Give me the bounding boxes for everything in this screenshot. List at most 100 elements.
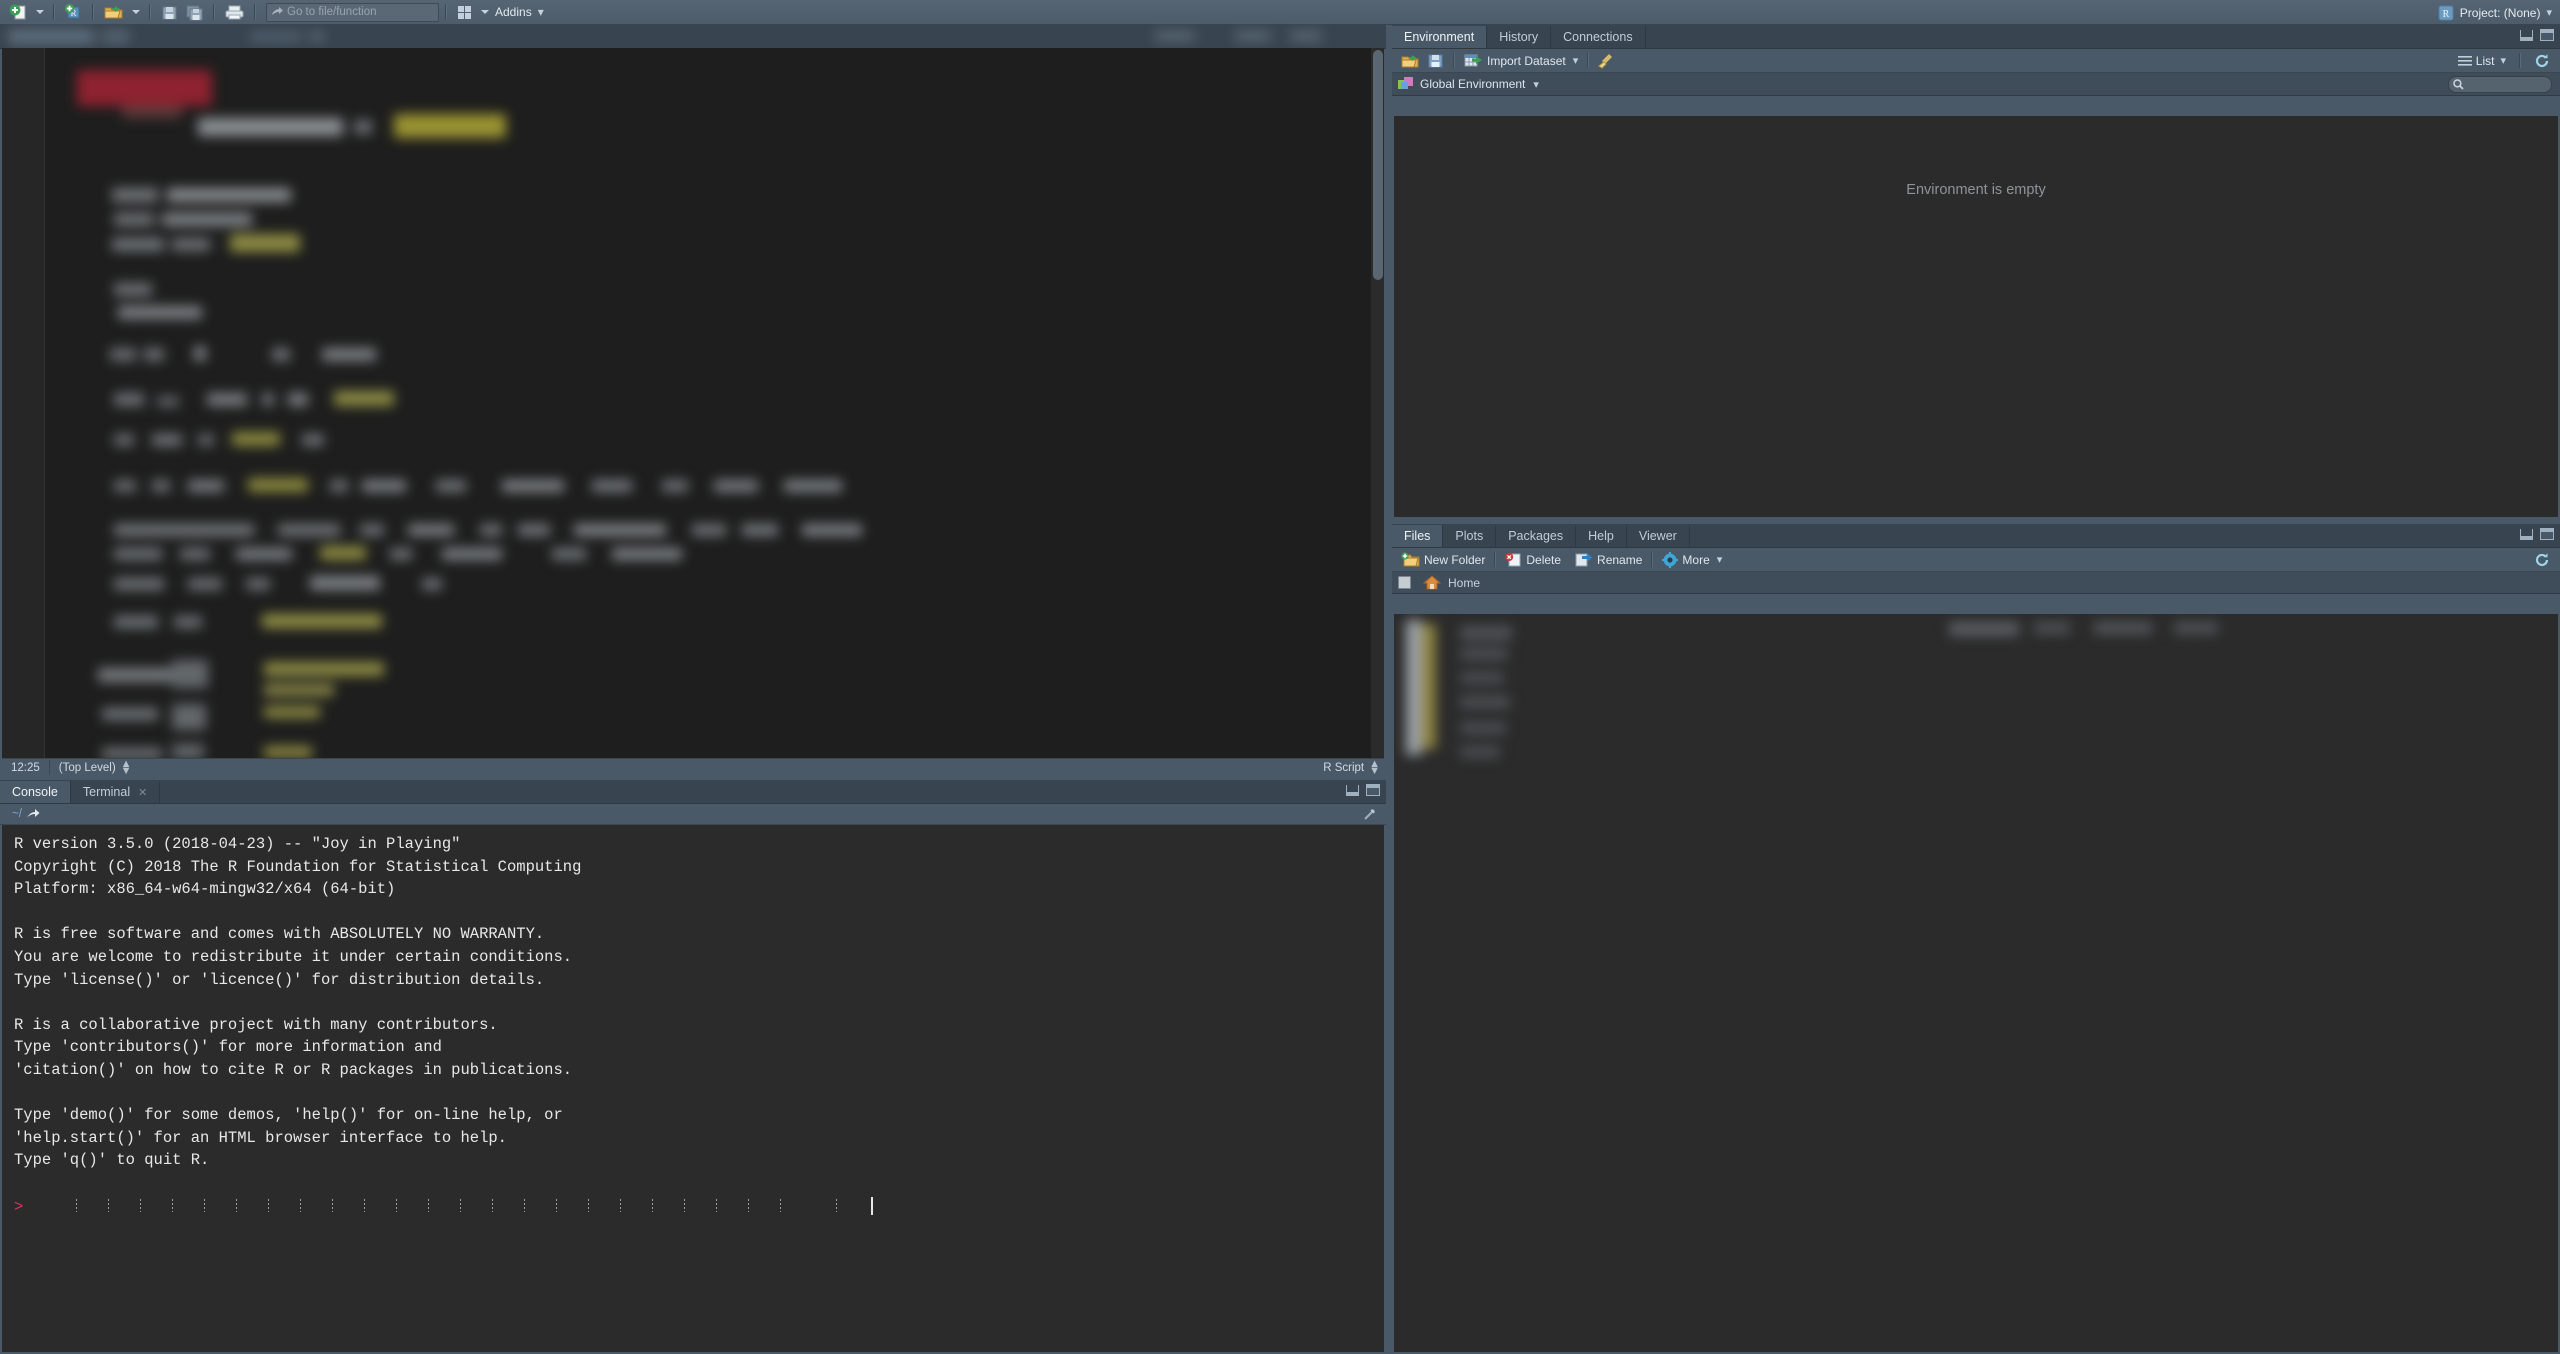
source-statusbar: 12:25 (Top Level) ▲ ▼ R Script ▲ ▼ bbox=[2, 758, 1384, 776]
files-window-controls bbox=[2520, 528, 2554, 540]
toolbar-separator-4 bbox=[213, 4, 215, 20]
global-toolbar: R Go to file/function Addins ▾ R Project… bbox=[0, 0, 2560, 25]
open-file-button[interactable] bbox=[100, 2, 127, 23]
console-line: R is a collaborative project with many c… bbox=[14, 1015, 498, 1034]
maximize-button[interactable] bbox=[1366, 784, 1380, 796]
goto-file-function-input[interactable]: Go to file/function bbox=[266, 2, 439, 22]
tab-packages[interactable]: Packages bbox=[1496, 525, 1577, 547]
tab-viewer[interactable]: Viewer bbox=[1627, 525, 1690, 547]
toolbar-separator-5 bbox=[254, 4, 256, 20]
files-toolbar-separator-1 bbox=[1494, 552, 1497, 567]
console-line: 'citation()' on how to cite R or R packa… bbox=[14, 1060, 573, 1079]
file-type-label: R Script bbox=[1323, 761, 1365, 774]
save-workspace-icon bbox=[1428, 54, 1443, 67]
tab-terminal[interactable]: Terminal ✕ bbox=[71, 781, 161, 803]
working-directory-label: ~/ bbox=[12, 808, 22, 820]
maximize-button[interactable] bbox=[2540, 528, 2554, 540]
source-scope-selector[interactable]: (Top Level) ▲ ▼ bbox=[50, 758, 141, 776]
environment-window-controls bbox=[2520, 29, 2554, 41]
files-listing[interactable] bbox=[1394, 614, 2558, 1352]
tab-console[interactable]: Console bbox=[0, 781, 71, 803]
project-selector[interactable]: R Project: (None) ▾ bbox=[2438, 0, 2552, 25]
tab-files[interactable]: Files bbox=[1392, 525, 1444, 547]
tab-connections[interactable]: Connections bbox=[1551, 26, 1646, 48]
environment-toolbar-right: List ▾ bbox=[2454, 51, 2554, 70]
tab-files-label: Files bbox=[1404, 529, 1431, 543]
tab-help[interactable]: Help bbox=[1576, 525, 1627, 547]
chevron-down-icon[interactable]: ▾ bbox=[2500, 54, 2506, 67]
environment-toolbar: Import Dataset ▾ List ▾ bbox=[1392, 49, 2560, 73]
refresh-environment-button[interactable] bbox=[2530, 51, 2554, 70]
source-scrollbar[interactable] bbox=[1371, 48, 1384, 759]
load-workspace-button[interactable] bbox=[1397, 51, 1423, 70]
files-toolbar: New Folder Delete Rename More ▾ bbox=[1392, 548, 2560, 572]
broom-clear-icon bbox=[1598, 53, 1613, 69]
print-button[interactable] bbox=[221, 2, 248, 23]
file-type-selector[interactable]: R Script ▲ ▼ bbox=[1323, 758, 1380, 776]
workspace-panes-button[interactable] bbox=[453, 2, 476, 23]
project-menu-caret[interactable]: ▾ bbox=[2546, 6, 2552, 19]
chevron-down-icon[interactable]: ▾ bbox=[1717, 553, 1723, 566]
environment-toolbar-separator-3 bbox=[2519, 53, 2521, 68]
files-tabbar: Files Plots Packages Help Viewer bbox=[1392, 524, 2560, 548]
maximize-button[interactable] bbox=[2540, 29, 2554, 41]
environment-scope-bar: Global Environment ▾ bbox=[1392, 73, 2560, 96]
save-all-button[interactable] bbox=[182, 2, 207, 23]
environment-search-input[interactable] bbox=[2448, 75, 2552, 93]
gear-icon bbox=[1662, 551, 1679, 568]
chevron-down-icon[interactable]: ▾ bbox=[1573, 54, 1579, 67]
addins-label[interactable]: Addins bbox=[495, 5, 532, 19]
console-prompt-row[interactable]: > bbox=[14, 1195, 1384, 1218]
source-scope-label: (Top Level) bbox=[58, 761, 116, 774]
files-path-label[interactable]: Home bbox=[1448, 576, 1480, 590]
toolbar-separator-2 bbox=[92, 4, 94, 20]
open-file-menu-caret[interactable] bbox=[132, 10, 140, 14]
minimize-button[interactable] bbox=[1346, 784, 1359, 796]
toolbar-separator-3 bbox=[149, 4, 151, 20]
console-line: Type 'contributors()' for more informati… bbox=[14, 1038, 442, 1057]
new-file-menu-caret[interactable] bbox=[36, 10, 44, 14]
addins-menu-caret[interactable]: ▾ bbox=[538, 5, 544, 19]
save-button[interactable] bbox=[157, 2, 182, 23]
delete-button[interactable]: Delete bbox=[1501, 550, 1565, 569]
files-listing-blurred-content bbox=[1394, 614, 2558, 1352]
tab-history[interactable]: History bbox=[1487, 26, 1552, 48]
new-project-button[interactable]: R bbox=[61, 2, 86, 23]
import-dataset-button[interactable]: Import Dataset ▾ bbox=[1460, 51, 1582, 70]
source-editor-pane: 12:25 (Top Level) ▲ ▼ R Script ▲ ▼ bbox=[0, 25, 1386, 776]
minimize-button[interactable] bbox=[2520, 528, 2533, 540]
minimize-button[interactable] bbox=[2520, 29, 2533, 41]
tab-plots[interactable]: Plots bbox=[1443, 525, 1497, 547]
rename-button[interactable]: Rename bbox=[1571, 550, 1646, 569]
environment-toolbar-separator-2 bbox=[1587, 53, 1590, 68]
console-output-area[interactable]: R version 3.5.0 (2018-04-23) -- "Joy in … bbox=[2, 825, 1384, 1352]
panes-menu-caret[interactable] bbox=[481, 10, 489, 14]
rename-icon bbox=[1575, 553, 1593, 566]
environment-toolbar-separator bbox=[1453, 53, 1455, 68]
tab-connections-label: Connections bbox=[1563, 30, 1633, 44]
scope-stepper-icon[interactable]: ▲ ▼ bbox=[121, 758, 132, 776]
source-scrollbar-thumb[interactable] bbox=[1373, 50, 1383, 280]
select-all-checkbox[interactable] bbox=[1398, 576, 1411, 589]
delete-icon bbox=[1505, 552, 1521, 566]
file-type-stepper-icon[interactable]: ▲ ▼ bbox=[1369, 758, 1380, 776]
console-text-cursor bbox=[871, 1196, 873, 1215]
environment-content: Environment is empty bbox=[1394, 116, 2558, 517]
new-file-button[interactable] bbox=[6, 2, 31, 23]
tab-environment[interactable]: Environment bbox=[1392, 26, 1488, 48]
refresh-files-button[interactable] bbox=[2530, 550, 2554, 569]
rstudio-window: R Go to file/function Addins ▾ R Project… bbox=[0, 0, 2560, 1354]
view-mode-selector[interactable]: List ▾ bbox=[2454, 51, 2510, 70]
source-code-area[interactable] bbox=[2, 48, 1384, 759]
clear-environment-button[interactable] bbox=[1594, 51, 1619, 70]
clear-console-icon bbox=[1364, 808, 1375, 820]
close-icon[interactable]: ✕ bbox=[138, 786, 147, 799]
chevron-down-icon[interactable]: ▾ bbox=[1533, 78, 1539, 91]
save-workspace-button[interactable] bbox=[1423, 51, 1448, 70]
delete-label: Delete bbox=[1526, 552, 1562, 567]
more-button[interactable]: More ▾ bbox=[1658, 550, 1726, 569]
new-folder-button[interactable]: New Folder bbox=[1397, 550, 1489, 569]
